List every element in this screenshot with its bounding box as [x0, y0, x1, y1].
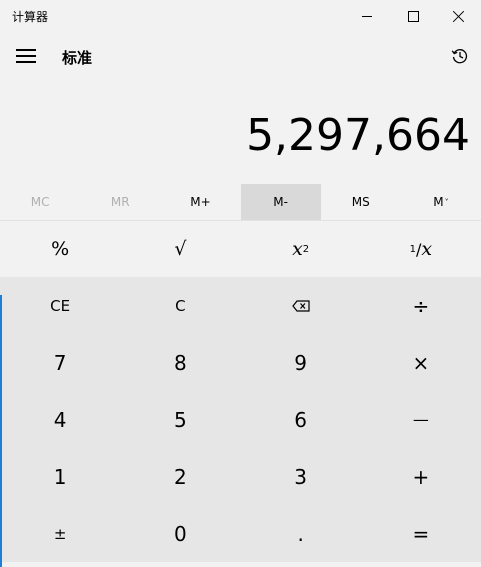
memory-bar: MC MR M+ M- MS M ˅ — [0, 184, 481, 220]
memory-clear-button[interactable]: MC — [0, 184, 80, 220]
digit-1-button[interactable]: 1 — [0, 448, 121, 505]
keypad: % √ x2 1/x CE C ÷ 7 8 9 × 4 5 6 — 1 2 3 … — [0, 221, 481, 567]
chevron-down-icon: ˅ — [444, 197, 449, 207]
digit-9-button[interactable]: 9 — [240, 334, 361, 391]
memory-add-button[interactable]: M+ — [160, 184, 240, 220]
memory-list-button[interactable]: M ˅ — [401, 184, 481, 220]
percent-button[interactable]: % — [0, 221, 121, 277]
close-icon — [453, 10, 465, 22]
minimize-button[interactable] — [344, 0, 390, 32]
keypad-row-functions: % √ x2 1/x — [0, 221, 481, 277]
divide-button[interactable]: ÷ — [360, 277, 481, 334]
digit-3-button[interactable]: 3 — [240, 448, 361, 505]
backspace-icon — [291, 299, 310, 312]
backspace-button[interactable] — [240, 277, 361, 334]
clear-button[interactable]: C — [120, 277, 241, 334]
keypad-row-456: 4 5 6 — — [0, 391, 481, 448]
keypad-row-789: 7 8 9 × — [0, 334, 481, 391]
digit-6-button[interactable]: 6 — [240, 391, 361, 448]
digit-2-button[interactable]: 2 — [120, 448, 241, 505]
subtract-button[interactable]: — — [360, 391, 481, 448]
multiply-button[interactable]: × — [360, 334, 481, 391]
memory-recall-button[interactable]: MR — [80, 184, 160, 220]
history-button[interactable] — [444, 40, 476, 72]
memory-subtract-button[interactable]: M- — [240, 184, 321, 220]
decimal-button[interactable]: . — [240, 505, 361, 562]
result-display: 5,297,664 — [246, 110, 470, 161]
digit-0-button[interactable]: 0 — [120, 505, 241, 562]
keypad-row-bottom: ± 0 . = — [0, 505, 481, 562]
title-bar: 计算器 — [0, 0, 481, 32]
negate-button[interactable]: ± — [0, 505, 121, 562]
maximize-icon — [407, 10, 419, 22]
clear-entry-button[interactable]: CE — [0, 277, 121, 334]
minimize-icon — [362, 15, 372, 17]
keypad-row-123: 1 2 3 + — [0, 448, 481, 505]
menu-button[interactable] — [8, 38, 44, 74]
memory-store-button[interactable]: MS — [321, 184, 401, 220]
reciprocal-button[interactable]: 1/x — [360, 221, 481, 277]
square-button[interactable]: x2 — [240, 221, 361, 277]
digit-5-button[interactable]: 5 — [120, 391, 241, 448]
maximize-button[interactable] — [390, 0, 436, 32]
add-button[interactable]: + — [360, 448, 481, 505]
digit-7-button[interactable]: 7 — [0, 334, 121, 391]
header: 标准 — [0, 32, 481, 80]
window-edge — [0, 295, 2, 567]
digit-4-button[interactable]: 4 — [0, 391, 121, 448]
square-root-button[interactable]: √ — [120, 221, 241, 277]
history-icon — [451, 49, 468, 64]
digit-8-button[interactable]: 8 — [120, 334, 241, 391]
equals-button[interactable]: = — [360, 505, 481, 562]
mode-title: 标准 — [62, 49, 93, 67]
keypad-row-clear: CE C ÷ — [0, 277, 481, 334]
hamburger-icon — [16, 49, 36, 51]
window-title: 计算器 — [12, 10, 49, 24]
close-button[interactable] — [436, 0, 481, 32]
